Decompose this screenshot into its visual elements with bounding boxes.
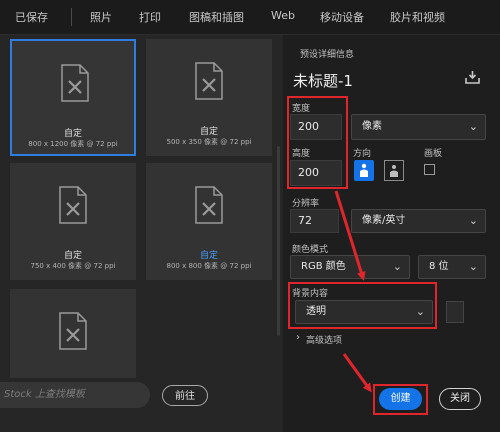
annotation-arrows: [334, 190, 372, 393]
